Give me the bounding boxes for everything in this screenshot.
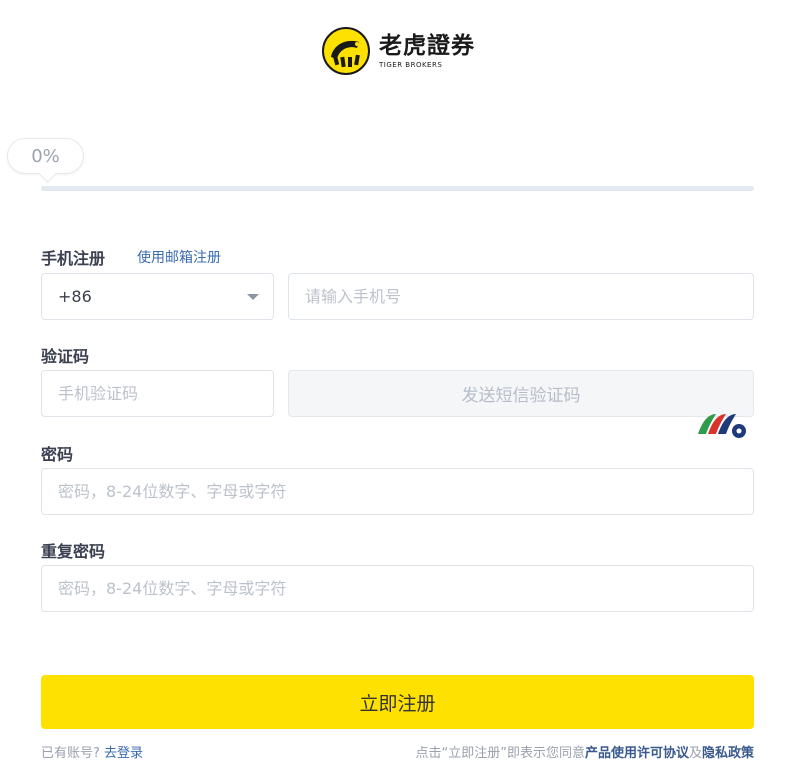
privacy-policy-link[interactable]: 隐私政策 (702, 746, 754, 761)
confirm-password-field (41, 565, 754, 612)
progress-bar (41, 186, 754, 191)
watermark-logo-icon (698, 414, 746, 438)
brand-name-cn: 老虎證券 (379, 32, 475, 59)
country-code-value: +86 (58, 287, 92, 306)
code-label: 验证码 (41, 347, 90, 366)
brand-logo: 老虎證券 TIGER BROKERS (322, 26, 475, 76)
email-register-link[interactable]: 使用邮箱注册 (137, 247, 221, 267)
tiger-logo-icon (322, 27, 370, 75)
country-code-select[interactable]: +86 (41, 273, 274, 320)
send-sms-code-button[interactable]: 发送短信验证码 (288, 370, 754, 417)
password-label: 密码 (41, 445, 74, 464)
agreement-prefix-text: 点击“立即注册”即表示您同意 (415, 746, 585, 761)
footer-agreement: 点击“立即注册”即表示您同意产品使用许可协议及隐私政策 (415, 742, 754, 761)
phone-field (288, 273, 754, 320)
login-link[interactable]: 去登录 (104, 746, 143, 761)
phone-register-label: 手机注册 (41, 249, 106, 268)
password-input[interactable] (58, 469, 753, 514)
phone-input[interactable] (305, 274, 753, 319)
password-field (41, 468, 754, 515)
confirm-password-input[interactable] (58, 566, 753, 611)
chevron-down-icon (247, 293, 259, 300)
sms-code-field (41, 370, 274, 417)
have-account-text: 已有账号? (41, 746, 100, 761)
brand-name-en: TIGER BROKERS (379, 60, 443, 69)
footer-login-prompt: 已有账号? 去登录 (41, 742, 143, 761)
progress-percent-badge: 0% (7, 138, 84, 174)
confirm-password-label: 重复密码 (41, 542, 106, 561)
terms-link[interactable]: 产品使用许可协议 (585, 746, 689, 761)
register-submit-button[interactable]: 立即注册 (41, 675, 754, 729)
agreement-and-text: 及 (688, 746, 702, 761)
sms-code-input[interactable] (58, 371, 273, 416)
